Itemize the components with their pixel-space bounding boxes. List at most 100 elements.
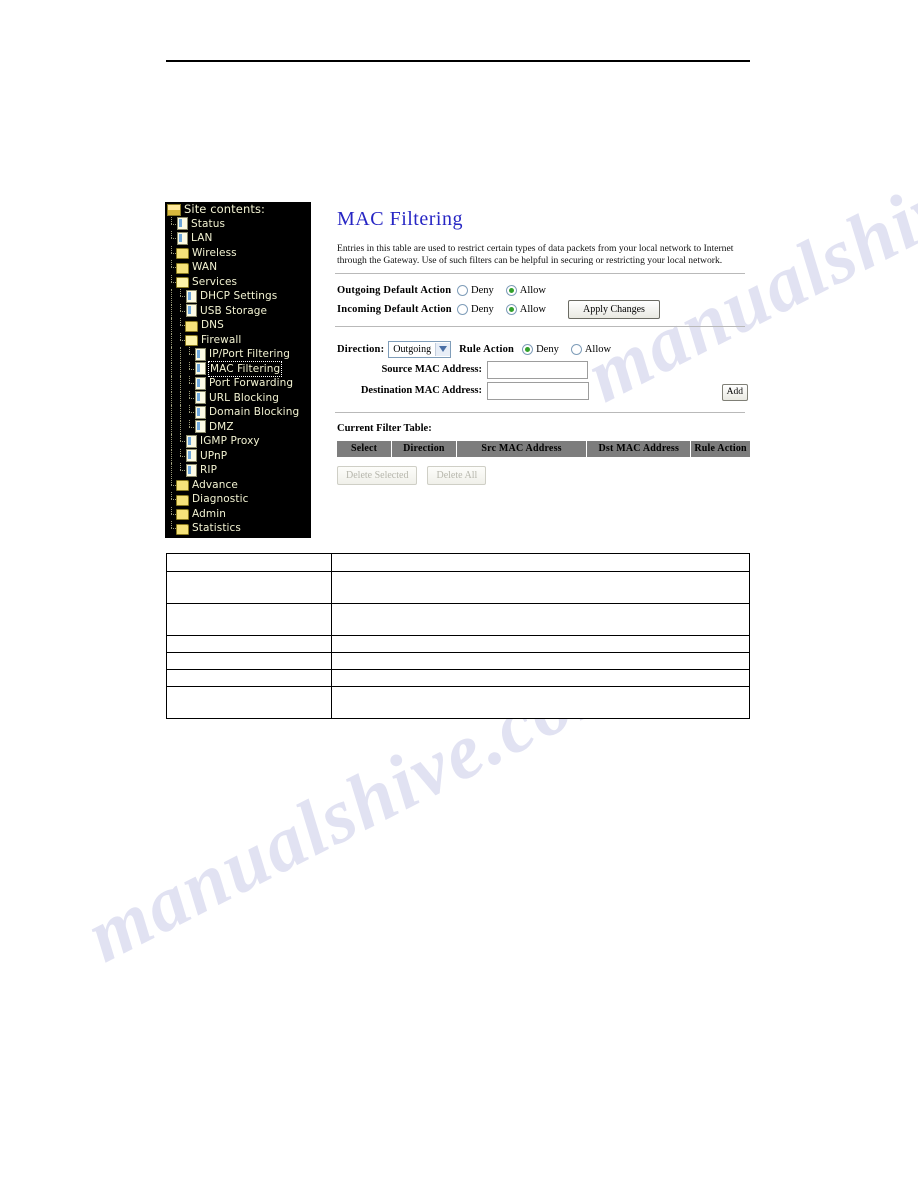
rule-action-allow-radio[interactable] xyxy=(570,343,582,355)
table-cell-value xyxy=(330,635,751,653)
folder-icon xyxy=(176,494,189,506)
tree-guide-line xyxy=(167,318,176,333)
sidebar-item-dhcp-settings[interactable]: DHCP Settings xyxy=(165,289,311,304)
direction-select[interactable]: Outgoing xyxy=(388,340,452,358)
table-cell-value xyxy=(330,603,751,636)
table-cell-label xyxy=(166,669,332,687)
folder-icon xyxy=(176,248,189,260)
sidebar-item-port-forwarding[interactable]: Port Forwarding xyxy=(165,376,311,391)
outgoing-allow-label: Allow xyxy=(519,285,546,296)
incoming-deny-radio[interactable] xyxy=(457,304,468,315)
sidebar-item-wireless[interactable]: Wireless xyxy=(165,245,311,261)
folder-icon xyxy=(176,523,189,535)
sidebar-item-admin[interactable]: Admin xyxy=(165,506,311,522)
table-row xyxy=(166,571,751,604)
sidebar-item-ip-port-filtering[interactable]: IP/Port Filtering xyxy=(165,347,311,362)
sidebar-item-wan[interactable]: WAN xyxy=(165,260,311,275)
source-mac-label: Source MAC Address: xyxy=(381,364,482,375)
apply-changes-button[interactable]: Apply Changes xyxy=(568,300,660,319)
router-ui-screenshot: Site contents: Status LAN Wireless WAN Servi… xyxy=(165,202,750,538)
outgoing-deny-radio[interactable] xyxy=(457,285,468,296)
tree-guide-line xyxy=(167,419,176,434)
destination-mac-input[interactable] xyxy=(487,381,589,400)
document-icon xyxy=(195,347,206,361)
tree-branch-icon xyxy=(167,521,176,535)
sidebar-item-label: Statistics xyxy=(192,522,241,535)
sidebar-item-dns[interactable]: DNS xyxy=(165,318,311,333)
sidebar-item-firewall[interactable]: Firewall xyxy=(165,332,311,348)
delete-selected-button[interactable]: Delete Selected xyxy=(337,466,418,485)
tree-guide-line xyxy=(167,361,176,376)
tree-branch-icon xyxy=(167,216,176,231)
tree-branch-icon xyxy=(167,506,176,521)
sidebar-item-label: Port Forwarding xyxy=(209,377,294,390)
folder-open-icon xyxy=(185,335,198,347)
incoming-allow-radio[interactable] xyxy=(505,304,517,315)
tree-branch-icon xyxy=(167,231,176,245)
sidebar-item-statistics[interactable]: Statistics xyxy=(165,521,311,536)
document-icon xyxy=(186,289,197,303)
tree-branch-icon xyxy=(176,318,185,332)
filter-table-header-cell: Rule Action xyxy=(691,441,750,457)
document-icon xyxy=(186,304,197,318)
source-mac-row: Source MAC Address: xyxy=(337,359,750,380)
filter-table-actions: Delete Selected Delete All xyxy=(337,466,750,485)
table-row xyxy=(166,603,751,636)
filter-table-header-row: Select Direction Src MAC Address Dst MAC Ad… xyxy=(337,441,750,457)
table-cell-value xyxy=(330,652,751,670)
outgoing-allow-radio[interactable] xyxy=(505,285,517,296)
tree-guide-line xyxy=(176,405,185,420)
sidebar-item-upnp[interactable]: UPnP xyxy=(165,448,311,464)
tree-root-label: Site contents: xyxy=(184,202,266,217)
sidebar-item-label: IGMP Proxy xyxy=(200,435,260,448)
table-row xyxy=(166,669,751,687)
folder-icon xyxy=(176,480,189,492)
divider-2 xyxy=(335,326,745,327)
sidebar-item-services[interactable]: Services xyxy=(165,274,311,290)
page-title: MAC Filtering xyxy=(337,208,463,230)
table-row xyxy=(166,635,751,653)
chevron-down-icon xyxy=(435,342,451,356)
sidebar-item-label: Advance xyxy=(192,478,238,491)
delete-all-button[interactable]: Delete All xyxy=(427,466,487,485)
sidebar-item-rip[interactable]: RIP xyxy=(165,463,311,478)
rule-action-deny-radio[interactable] xyxy=(522,343,534,355)
site-contents-tree: Site contents: Status LAN Wireless WAN Servi… xyxy=(165,202,311,538)
tree-branch-icon xyxy=(167,245,176,260)
table-cell-label xyxy=(166,686,332,719)
tree-root-site-contents[interactable]: Site contents: xyxy=(165,202,311,217)
sidebar-item-dmz[interactable]: DMZ xyxy=(165,419,311,435)
tree-guide-line xyxy=(176,376,185,391)
sidebar-item-advance[interactable]: Advance xyxy=(165,477,311,493)
sidebar-item-diagnostic[interactable]: Diagnostic xyxy=(165,492,311,507)
add-rule-button[interactable]: Add xyxy=(721,384,748,401)
default-action-section: Outgoing Default Action Deny Allow Incom… xyxy=(337,281,750,319)
page-header-rule xyxy=(166,60,750,62)
sidebar-item-igmp-proxy[interactable]: IGMP Proxy xyxy=(165,434,311,449)
sidebar-item-label: LAN xyxy=(191,232,213,245)
document-icon xyxy=(186,463,197,477)
sidebar-item-domain-blocking[interactable]: Domain Blocking xyxy=(165,405,311,420)
tree-branch-icon xyxy=(167,260,176,274)
rule-action-allow-label: Allow xyxy=(584,343,612,355)
tree-branch-icon xyxy=(167,492,176,506)
tree-guide-line xyxy=(167,390,176,405)
sidebar-item-label: Domain Blocking xyxy=(209,406,300,419)
table-cell-label xyxy=(166,603,332,636)
incoming-default-action-row: Incoming Default Action Deny Allow Apply… xyxy=(337,300,750,319)
sidebar-item-status[interactable]: Status xyxy=(165,216,311,232)
tree-branch-icon xyxy=(176,289,185,303)
sidebar-item-mac-filtering[interactable]: MAC Filtering xyxy=(165,360,311,377)
sidebar-item-label: Status xyxy=(191,217,226,230)
tree-branch-icon xyxy=(176,332,185,347)
tree-guide-line xyxy=(167,448,176,463)
incoming-default-action-label: Incoming Default Action xyxy=(337,304,452,315)
table-cell-value xyxy=(330,669,751,687)
source-mac-input[interactable] xyxy=(487,360,588,379)
sidebar-item-url-blocking[interactable]: URL Blocking xyxy=(165,390,311,406)
tree-guide-line xyxy=(176,419,185,434)
sidebar-item-usb-storage[interactable]: USB Storage xyxy=(165,303,311,319)
sidebar-item-label: Firewall xyxy=(201,333,242,346)
document-icon xyxy=(195,405,206,419)
sidebar-item-lan[interactable]: LAN xyxy=(165,231,311,246)
